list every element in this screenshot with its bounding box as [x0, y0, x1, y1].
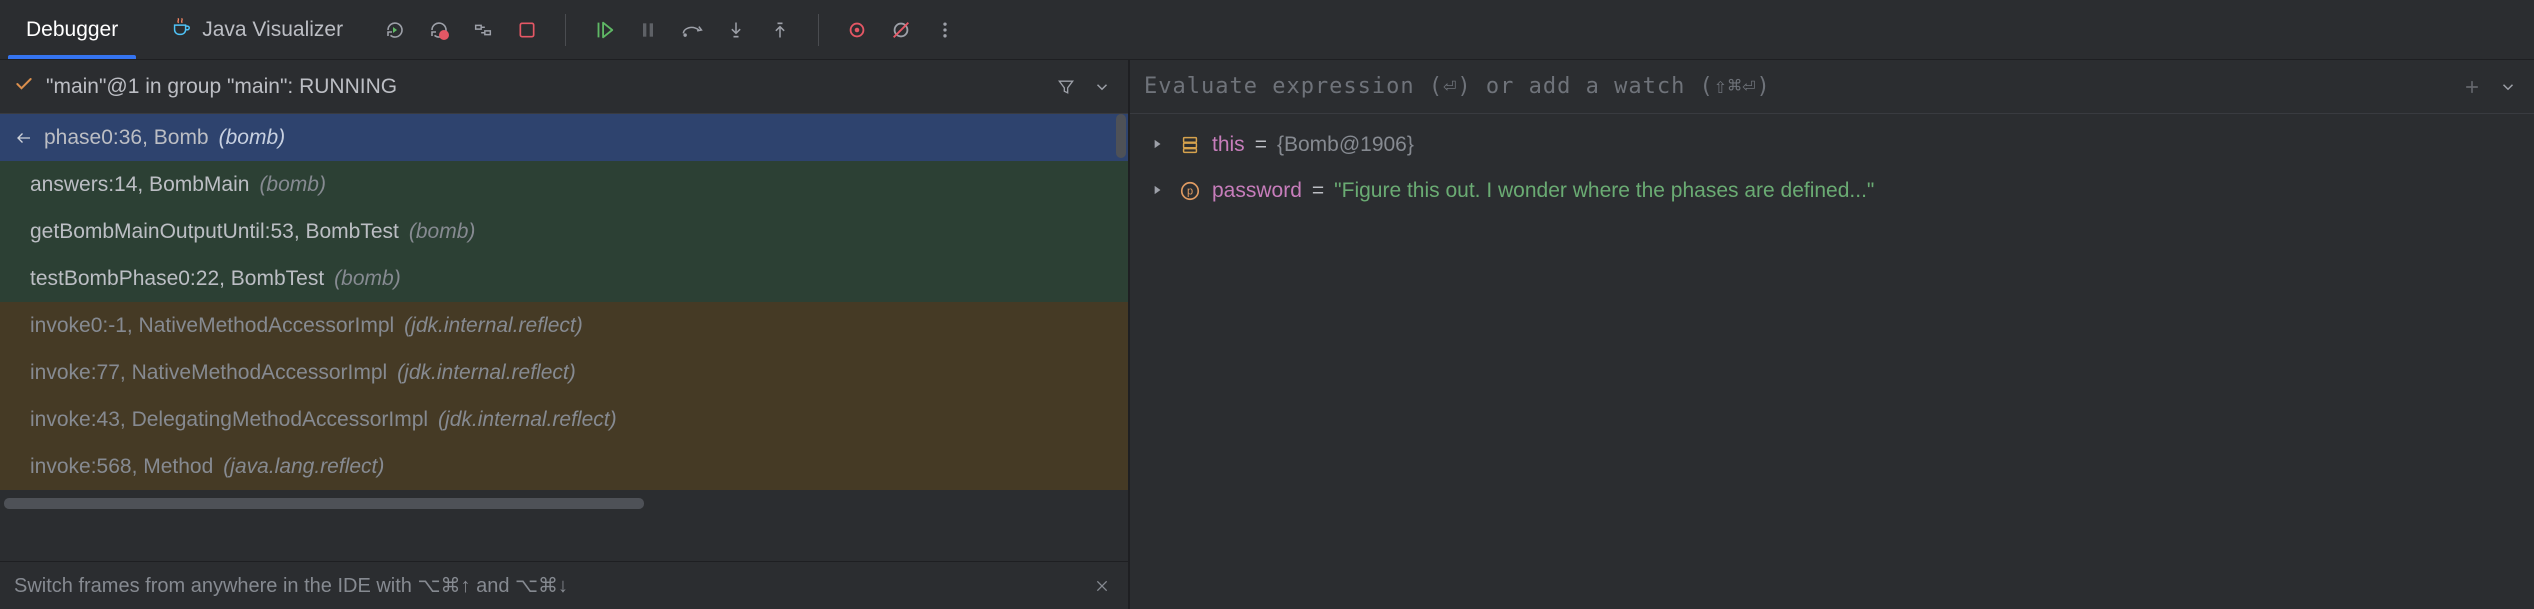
- resume-icon[interactable]: [592, 18, 616, 42]
- more-icon[interactable]: [933, 18, 957, 42]
- frames-hint-bar: Switch frames from anywhere in the IDE w…: [0, 561, 1128, 609]
- toolbar-separator: [818, 14, 819, 46]
- thread-header[interactable]: "main"@1 in group "main": RUNNING: [0, 60, 1128, 114]
- debugger-toolbar: Debugger Java Visualizer: [0, 0, 2534, 60]
- frame-module: (jdk.internal.reflect): [438, 408, 617, 432]
- frame-module: (bomb): [334, 267, 401, 291]
- variables-tree[interactable]: this = {Bomb@1906} p password = "Figure …: [1130, 114, 2534, 222]
- variables-pane: this = {Bomb@1906} p password = "Figure …: [1130, 60, 2534, 609]
- tab-debugger-label: Debugger: [26, 18, 118, 42]
- rerun-icon[interactable]: [383, 18, 407, 42]
- variable-name: this: [1212, 133, 1245, 157]
- frames-list[interactable]: phase0:36, Bomb (bomb) answers:14, BombM…: [0, 114, 1128, 561]
- toolbar-separator: [565, 14, 566, 46]
- frames-hint-text: Switch frames from anywhere in the IDE w…: [14, 573, 568, 598]
- step-over-icon[interactable]: [680, 18, 704, 42]
- scrollbar-thumb[interactable]: [1116, 114, 1126, 158]
- variable-row-password[interactable]: p password = "Figure this out. I wonder …: [1138, 168, 2526, 214]
- frame-module: (java.lang.reflect): [223, 455, 384, 479]
- frame-row[interactable]: getBombMainOutputUntil:53, BombTest (bom…: [0, 208, 1128, 255]
- frame-method: invoke0:-1, NativeMethodAccessorImpl: [30, 314, 394, 338]
- frames-pane: "main"@1 in group "main": RUNNING phase0…: [0, 60, 1130, 609]
- frame-method: invoke:77, NativeMethodAccessorImpl: [30, 361, 387, 385]
- drop-frame-icon[interactable]: [14, 129, 34, 147]
- svg-text:p: p: [1187, 186, 1193, 198]
- chevron-down-icon[interactable]: [2496, 75, 2520, 99]
- step-out-icon[interactable]: [768, 18, 792, 42]
- mute-breakpoints-icon[interactable]: [889, 18, 913, 42]
- chevron-down-icon[interactable]: [1090, 75, 1114, 99]
- check-icon: [14, 74, 34, 100]
- frame-method: invoke:43, DelegatingMethodAccessorImpl: [30, 408, 428, 432]
- frame-row[interactable]: answers:14, BombMain (bomb): [0, 161, 1128, 208]
- parameter-icon: p: [1178, 179, 1202, 203]
- variable-row-this[interactable]: this = {Bomb@1906}: [1138, 122, 2526, 168]
- filter-icon[interactable]: [1054, 75, 1078, 99]
- frame-row[interactable]: invoke0:-1, NativeMethodAccessorImpl (jd…: [0, 302, 1128, 349]
- toggle-layout-icon[interactable]: [471, 18, 495, 42]
- expand-icon[interactable]: [1150, 133, 1168, 157]
- evaluate-row: [1130, 60, 2534, 114]
- rerun-failed-icon[interactable]: [427, 18, 451, 42]
- tool-tabs: Debugger Java Visualizer: [0, 0, 369, 59]
- frames-scrollbar-horizontal[interactable]: [4, 498, 644, 509]
- evaluate-input[interactable]: [1144, 74, 2448, 99]
- frame-row[interactable]: phase0:36, Bomb (bomb): [0, 114, 1128, 161]
- frame-method: testBombPhase0:22, BombTest: [30, 267, 324, 291]
- frames-scrollbar-vertical[interactable]: [1114, 114, 1128, 561]
- toolbar-actions: [383, 14, 957, 46]
- frame-method: phase0:36, Bomb: [44, 126, 209, 150]
- frame-method: answers:14, BombMain: [30, 173, 249, 197]
- frame-module: (jdk.internal.reflect): [397, 361, 576, 385]
- equals-sign: =: [1255, 133, 1267, 157]
- variable-name: password: [1212, 179, 1302, 203]
- stop-icon[interactable]: [515, 18, 539, 42]
- frame-method: invoke:568, Method: [30, 455, 213, 479]
- view-breakpoints-icon[interactable]: [845, 18, 869, 42]
- object-icon: [1178, 133, 1202, 157]
- frame-row[interactable]: testBombPhase0:22, BombTest (bomb): [0, 255, 1128, 302]
- frame-method: getBombMainOutputUntil:53, BombTest: [30, 220, 399, 244]
- pause-icon[interactable]: [636, 18, 660, 42]
- equals-sign: =: [1312, 179, 1324, 203]
- frame-module: (bomb): [409, 220, 476, 244]
- variable-value: {Bomb@1906}: [1277, 133, 1414, 157]
- variable-value: "Figure this out. I wonder where the pha…: [1334, 179, 1874, 203]
- tab-debugger[interactable]: Debugger: [0, 0, 144, 59]
- expand-icon[interactable]: [1150, 179, 1168, 203]
- thread-status-label: "main"@1 in group "main": RUNNING: [46, 75, 1042, 99]
- add-watch-icon[interactable]: [2460, 75, 2484, 99]
- frame-row[interactable]: invoke:43, DelegatingMethodAccessorImpl …: [0, 396, 1128, 443]
- frame-module: (jdk.internal.reflect): [404, 314, 583, 338]
- frame-row[interactable]: invoke:568, Method (java.lang.reflect): [0, 443, 1128, 490]
- close-icon[interactable]: [1090, 574, 1114, 598]
- coffee-icon: [170, 16, 192, 44]
- frame-row[interactable]: invoke:77, NativeMethodAccessorImpl (jdk…: [0, 349, 1128, 396]
- frame-module: (bomb): [219, 126, 286, 150]
- tab-java-visualizer-label: Java Visualizer: [202, 18, 343, 42]
- frame-module: (bomb): [259, 173, 326, 197]
- tab-java-visualizer[interactable]: Java Visualizer: [144, 0, 369, 59]
- step-into-icon[interactable]: [724, 18, 748, 42]
